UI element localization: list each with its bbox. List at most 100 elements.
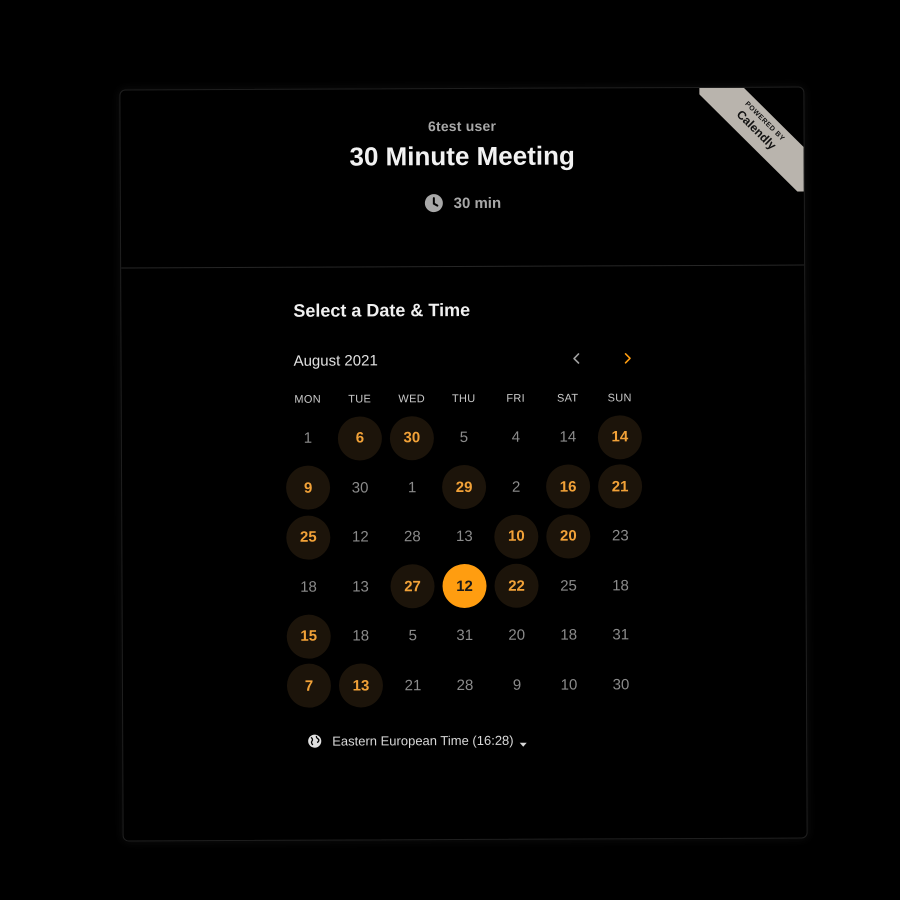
unavailable-day: 20 xyxy=(508,626,526,645)
unavailable-day: 18 xyxy=(560,626,578,644)
weekday-header-row: MON TUE WED THU FRI SAT SUN xyxy=(282,392,652,406)
unavailable-day: 13 xyxy=(352,578,369,596)
available-day-button[interactable]: 14 xyxy=(597,414,642,460)
unavailable-day: 28 xyxy=(456,676,474,694)
unavailable-day: 31 xyxy=(612,626,630,644)
available-day-button[interactable]: 10 xyxy=(494,514,539,559)
booking-card: 6test user 30 Minute Meeting 30 min POWE… xyxy=(119,86,808,842)
unavailable-day: 9 xyxy=(512,676,522,694)
calendar-day-cell[interactable]: 16 xyxy=(542,462,594,512)
calendar-day-cell: 18 xyxy=(594,561,646,611)
next-month-button[interactable] xyxy=(615,346,639,370)
unavailable-day: 31 xyxy=(456,627,474,645)
calendar-day-cell: 18 xyxy=(282,562,334,612)
weekday-label: TUE xyxy=(348,393,372,406)
caret-down-icon xyxy=(520,736,528,747)
month-label: August 2021 xyxy=(293,352,378,370)
ribbon-badge[interactable]: POWERED BY Calendly xyxy=(699,87,804,192)
calendar-day-cell: 30 xyxy=(595,660,647,710)
calendar-day-cell: 31 xyxy=(439,611,491,661)
calendar-day-cell: 5 xyxy=(387,611,439,661)
available-day-button[interactable]: 7 xyxy=(286,663,332,709)
unavailable-day: 1 xyxy=(407,478,417,496)
calendar-day-cell: 21 xyxy=(387,661,439,711)
weekday-label: SUN xyxy=(607,392,632,405)
chevron-left-icon xyxy=(573,353,580,364)
unavailable-day: 18 xyxy=(612,577,629,595)
calendar-day-cell: 31 xyxy=(595,610,647,660)
calendar-day-cell: 28 xyxy=(386,512,438,562)
calendar-day-cell: 5 xyxy=(438,413,490,463)
unavailable-day: 14 xyxy=(559,428,577,446)
selected-day-button[interactable]: 12 xyxy=(442,564,487,609)
unavailable-day: 5 xyxy=(459,429,469,447)
calendar-day-cell[interactable]: 14 xyxy=(594,412,646,462)
calendar-day-cell: 2 xyxy=(490,462,542,512)
available-day-button[interactable]: 6 xyxy=(337,416,382,461)
available-day-button[interactable]: 16 xyxy=(546,464,591,509)
calendar-day-cell[interactable]: 30 xyxy=(386,413,438,463)
weekday-label: WED xyxy=(398,393,426,406)
calendar-day-cell[interactable]: 20 xyxy=(542,511,594,561)
duration-label: 30 min xyxy=(453,194,502,212)
calendar-day-cell[interactable]: 12 xyxy=(438,561,490,611)
calendar-days: 1 6 30 5 4 14 14 9 30 1 29 2 16 21 25 12 28 13 10 20 23 18 13 2… xyxy=(282,412,653,711)
calendar-day-cell: 4 xyxy=(490,413,542,463)
calendar-day-cell: 18 xyxy=(335,611,387,661)
calendar-day-cell: 13 xyxy=(438,512,490,562)
powered-by-ribbon[interactable]: POWERED BY Calendly xyxy=(699,87,804,192)
calendar-day-cell: 1 xyxy=(386,463,438,513)
calendar-day-cell[interactable]: 27 xyxy=(386,562,438,612)
available-day-button[interactable]: 25 xyxy=(286,515,331,560)
calendar-day-cell[interactable]: 21 xyxy=(594,462,646,512)
calendar-day-cell: 25 xyxy=(542,561,594,611)
calendar-day-cell[interactable]: 22 xyxy=(490,561,542,611)
available-day-button[interactable]: 22 xyxy=(494,563,539,609)
weekday-label: SAT xyxy=(556,392,579,405)
calendar-grid: MON TUE WED THU FRI SAT SUN 1 6 30 5 4 14 14 9 30 1 29 2 1… xyxy=(282,392,653,711)
unavailable-day: 4 xyxy=(511,429,521,447)
previous-month-button[interactable] xyxy=(564,346,588,370)
calendar-day-cell[interactable]: 25 xyxy=(282,513,334,563)
calendar-day-cell: 20 xyxy=(491,611,543,661)
calendar-day-cell[interactable]: 10 xyxy=(490,512,542,562)
unavailable-day: 30 xyxy=(351,479,369,497)
unavailable-day: 30 xyxy=(612,676,630,694)
unavailable-day: 28 xyxy=(403,528,421,546)
calendar-day-cell[interactable]: 9 xyxy=(282,463,334,513)
available-day-button[interactable]: 13 xyxy=(338,663,384,708)
available-day-button[interactable]: 9 xyxy=(286,465,331,511)
event-duration: 30 min xyxy=(121,192,804,215)
calendar-day-cell[interactable]: 6 xyxy=(334,413,386,463)
available-day-button[interactable]: 21 xyxy=(598,464,643,509)
calendar-day-cell: 18 xyxy=(543,610,595,660)
weekday-label: FRI xyxy=(506,392,526,405)
weekday-label: THU xyxy=(451,392,476,406)
calendar-day-cell: 23 xyxy=(594,511,646,561)
unavailable-day: 21 xyxy=(404,676,422,695)
timezone-selector[interactable]: Eastern European Time (16:28) xyxy=(307,733,528,749)
calendar-day-cell: 10 xyxy=(543,660,595,710)
unavailable-day: 1 xyxy=(303,429,313,447)
calendar-day-cell: 30 xyxy=(334,463,386,513)
available-day-button[interactable]: 29 xyxy=(442,465,487,510)
available-day-button[interactable]: 20 xyxy=(546,514,591,559)
unavailable-day: 2 xyxy=(511,478,521,496)
calendar-day-cell[interactable]: 7 xyxy=(283,661,335,711)
available-day-button[interactable]: 30 xyxy=(389,415,434,461)
unavailable-day: 5 xyxy=(408,627,417,645)
calendar-day-cell: 1 xyxy=(282,414,334,464)
calendar-day-cell[interactable]: 13 xyxy=(335,661,387,711)
calendar-day-cell[interactable]: 29 xyxy=(438,462,490,512)
calendar-day-cell: 9 xyxy=(491,660,543,710)
unavailable-day: 18 xyxy=(352,627,370,645)
available-day-button[interactable]: 15 xyxy=(286,614,331,659)
available-day-button[interactable]: 27 xyxy=(390,564,435,609)
calendar-day-cell[interactable]: 15 xyxy=(283,612,335,662)
calendar-day-cell: 28 xyxy=(439,660,491,710)
calendar-day-cell: 14 xyxy=(542,412,594,462)
calendar-day-cell: 12 xyxy=(334,512,386,562)
unavailable-day: 25 xyxy=(560,577,577,595)
unavailable-day: 10 xyxy=(560,676,578,694)
chevron-right-icon xyxy=(624,352,631,364)
